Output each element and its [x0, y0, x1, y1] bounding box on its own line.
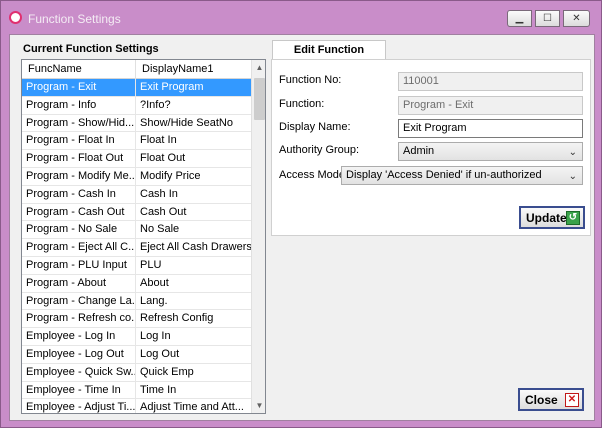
display-name-input[interactable]: Exit Program [398, 119, 583, 138]
tab-edit-function-settings[interactable]: Edit Function Settings [272, 40, 386, 75]
cell-funcname: Program - Exit [22, 79, 136, 96]
table-row[interactable]: Program - Modify Me... Modify Price [22, 167, 251, 186]
cell-funcname: Program - Show/Hid... [22, 114, 136, 132]
scroll-thumb[interactable] [254, 78, 265, 120]
cell-funcname: Employee - Log In [22, 328, 136, 346]
cell-displayname: PLU [140, 258, 162, 271]
table-row[interactable]: Program - Exit Exit Program [22, 79, 251, 97]
cell-displayname: No Sale [140, 223, 180, 236]
cell-displayname: Lang. [140, 294, 168, 307]
current-settings-label: Current Function Settings [23, 43, 159, 55]
cell-funcname: Program - About [22, 274, 136, 292]
cell-funcname: Employee - Time In [22, 381, 136, 399]
app-ring-icon [9, 11, 22, 24]
display-name-label: Display Name: [279, 121, 351, 133]
table-row[interactable]: Employee - Time In Time In [22, 381, 251, 400]
table-row[interactable]: Program - Float Out Float Out [22, 150, 251, 168]
cell-displayname: Cash In [140, 187, 178, 200]
cell-displayname: Show/Hide SeatNo [140, 116, 233, 129]
function-label: Function: [279, 98, 325, 110]
cell-funcname: Program - Cash In [22, 185, 136, 203]
client-area: Current Function Settings FuncName Displ… [9, 34, 595, 421]
table-row[interactable]: Program - Cash In Cash In [22, 185, 251, 204]
close-button[interactable]: Close ✕ [518, 388, 584, 411]
cell-displayname: Eject All Cash Drawers [140, 241, 251, 254]
close-button-label: Close [525, 392, 558, 407]
table-row[interactable]: Program - Float In Float In [22, 132, 251, 151]
table-row[interactable]: Employee - Adjust Ti... Adjust Time and A… [22, 399, 251, 414]
cell-funcname: Program - PLU Input [22, 256, 136, 274]
cell-displayname: Modify Price [140, 169, 201, 182]
cell-displayname: Time In [140, 383, 177, 396]
cell-displayname: Exit Program [140, 81, 204, 93]
table-row[interactable]: Program - Show/Hid... Show/Hide SeatNo [22, 114, 251, 133]
access-mode-label: Access Mode: [279, 169, 349, 181]
function-no-label: Function No: [279, 74, 342, 86]
cell-displayname: Adjust Time and Att... [140, 401, 244, 414]
table-row[interactable]: Program - Info ?Info? [22, 96, 251, 115]
cell-funcname: Program - Change La... [22, 292, 136, 310]
update-button-label: Update [526, 210, 567, 225]
cell-displayname: Cash Out [140, 205, 187, 218]
cell-displayname: Log In [140, 330, 171, 343]
column-header-funcname[interactable]: FuncName [22, 60, 136, 79]
authority-group-select[interactable]: Admin ⌄ [398, 142, 583, 161]
table-row[interactable]: Employee - Log In Log In [22, 328, 251, 346]
authority-group-label: Authority Group: [279, 144, 360, 156]
table-row[interactable]: Program - PLU Input PLU [22, 256, 251, 275]
column-header-displayname[interactable]: DisplayName1 [136, 60, 251, 79]
table-row[interactable]: Program - Eject All C... Eject All Cash D… [22, 239, 251, 257]
cell-displayname: Float Out [140, 152, 186, 165]
cell-funcname: Program - Modify Me... [22, 167, 136, 185]
function-no-field: 110001 [398, 72, 583, 91]
table-row[interactable]: Employee - Log Out Log Out [22, 345, 251, 364]
table-row[interactable]: Employee - Quick Sw... Quick Emp [22, 363, 251, 382]
cell-displayname: Log Out [140, 347, 180, 360]
function-settings-window: Function Settings ▁ ☐ ✕ Current Function… [0, 0, 602, 428]
scroll-up-arrow-icon[interactable]: ▲ [252, 60, 265, 75]
table-row[interactable]: Program - About About [22, 274, 251, 293]
cell-funcname: Program - Eject All C... [22, 239, 136, 257]
cell-funcname: Program - No Sale [22, 221, 136, 239]
cell-displayname: ?Info? [140, 98, 171, 111]
cell-funcname: Program - Cash Out [22, 203, 136, 221]
cell-funcname: Employee - Adjust Ti... [22, 399, 136, 413]
update-button[interactable]: Update ↺ [519, 206, 585, 229]
authority-group-value: Admin [403, 145, 435, 157]
function-grid[interactable]: FuncName DisplayName1 Program - Exit Exit… [21, 59, 266, 414]
cell-funcname: Program - Refresh co... [22, 310, 136, 328]
cell-funcname: Employee - Log Out [22, 345, 136, 363]
table-row[interactable]: Program - Change La... Lang. [22, 292, 251, 311]
table-row[interactable]: Program - Refresh co... Refresh Config [22, 310, 251, 329]
cell-displayname: About [140, 276, 169, 289]
window-close-button[interactable]: ✕ [563, 10, 590, 27]
edit-settings-panel: Function No: 110001 Function: Program - … [271, 59, 591, 236]
table-row[interactable]: Program - Cash Out Cash Out [22, 203, 251, 222]
window-title: Function Settings [28, 12, 121, 26]
grid-vertical-scrollbar[interactable]: ▲ ▼ [251, 60, 265, 413]
refresh-save-icon: ↺ [566, 211, 580, 225]
cell-funcname: Employee - Quick Sw... [22, 363, 136, 381]
cell-funcname: Program - Float Out [22, 150, 136, 168]
access-mode-select[interactable]: Display 'Access Denied' if un-authorized… [341, 166, 583, 185]
cell-funcname: Program - Info [22, 96, 136, 114]
scroll-down-arrow-icon[interactable]: ▼ [252, 398, 265, 413]
minimize-button[interactable]: ▁ [507, 10, 532, 27]
function-field: Program - Exit [398, 96, 583, 115]
maximize-button[interactable]: ☐ [535, 10, 560, 27]
grid-body: Program - Exit Exit Program Program - Info… [22, 79, 251, 414]
cell-funcname: Program - Float In [22, 132, 136, 150]
chevron-down-icon: ⌄ [568, 147, 577, 158]
close-x-icon: ✕ [565, 393, 579, 407]
cell-displayname: Refresh Config [140, 312, 214, 325]
title-bar[interactable]: Function Settings ▁ ☐ ✕ [1, 1, 601, 33]
access-mode-value: Display 'Access Denied' if un-authorized [346, 169, 542, 181]
grid-header: FuncName DisplayName1 [22, 60, 251, 79]
table-row[interactable]: Program - No Sale No Sale [22, 221, 251, 240]
cell-displayname: Float In [140, 134, 177, 147]
chevron-down-icon: ⌄ [568, 171, 577, 182]
cell-displayname: Quick Emp [140, 365, 194, 378]
